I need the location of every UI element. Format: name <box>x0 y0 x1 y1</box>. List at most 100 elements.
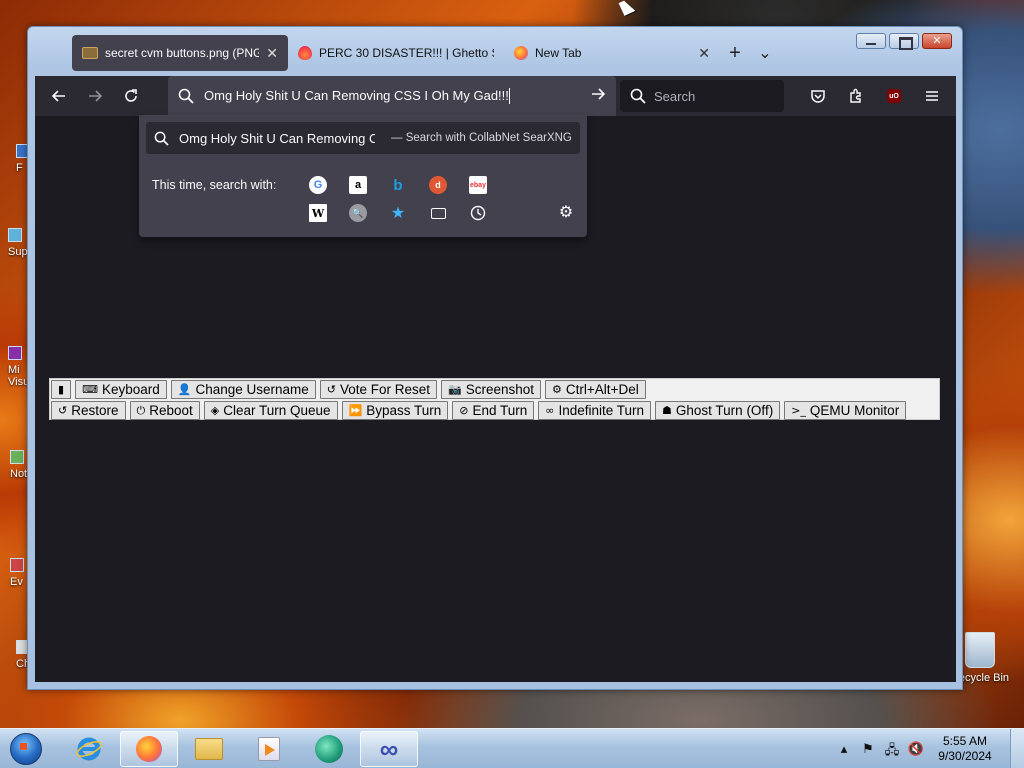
taskbar-explorer[interactable] <box>180 731 238 767</box>
url-suggestions-dropdown: Omg Holy Shit U Can Removing CSS I Oh My… <box>139 115 587 237</box>
toolbar-actions: uO <box>800 80 950 112</box>
clock-date: 9/30/2024 <box>938 749 992 763</box>
qemu-monitor-button[interactable]: >_ QEMU Monitor <box>784 401 907 420</box>
mouse-icon: ▮ <box>58 383 65 396</box>
ctrl-alt-del-button[interactable]: ⚙ Ctrl+Alt+Del <box>545 380 646 399</box>
folder-icon <box>195 737 223 760</box>
url-bar[interactable]: Omg Holy Shit U Can Removing CSS I Oh My… <box>168 76 616 116</box>
clock-time: 5:55 AM <box>942 734 988 748</box>
ghost-turn-button[interactable]: ☗ Ghost Turn (Off) <box>655 401 781 420</box>
searxng-engine-icon[interactable]: 🔍 <box>349 204 367 222</box>
pocket-icon <box>811 90 825 103</box>
restore-button[interactable]: ↺ Restore <box>51 401 126 420</box>
taskbar-app-green[interactable] <box>300 731 358 767</box>
close-tab-icon[interactable]: ✕ <box>698 45 710 62</box>
pocket-button[interactable] <box>800 80 836 112</box>
clear-turn-queue-button[interactable]: ◈ Clear Turn Queue <box>203 401 338 420</box>
system-tray: ▴ ⚑ 🖧 🔇 5:55 AM 9/30/2024 <box>832 729 1024 768</box>
ublock-button[interactable]: uO <box>876 80 912 112</box>
minimize-button[interactable] <box>856 33 886 49</box>
screenshot-button[interactable]: 📷 Screenshot <box>441 380 542 399</box>
forward-button[interactable] <box>77 80 113 112</box>
indefinite-turn-button[interactable]: ∞ Indefinite Turn <box>538 401 652 420</box>
network-icon[interactable]: 🖧 <box>882 741 902 757</box>
google-engine-icon[interactable]: G <box>309 176 327 194</box>
show-hidden-icons-arrow[interactable]: ▴ <box>834 741 854 757</box>
tab-perc-30[interactable]: PERC 30 DISASTER!!! | Ghetto Sr <box>288 35 504 71</box>
go-arrow-icon <box>592 87 606 100</box>
search-box[interactable]: Search <box>620 80 784 112</box>
wikipedia-engine-icon[interactable]: W <box>309 204 327 222</box>
navigation-toolbar: Omg Holy Shit U Can Removing CSS I Oh My… <box>35 76 956 116</box>
user-edit-icon: 👤 <box>177 383 192 396</box>
taskbar-internet-explorer[interactable] <box>60 731 118 767</box>
window-controls: ✕ <box>856 33 952 50</box>
trash-icon <box>965 632 995 668</box>
action-center-flag-icon[interactable]: ⚑ <box>858 741 878 757</box>
ublock-icon: uO <box>887 89 901 103</box>
suggestion-text: Omg Holy Shit U Can Removing CSS I Oh My… <box>179 130 375 146</box>
collabvm-row-2: ↺ Restore ⏻ Reboot ◈ Clear Turn Queue ⏩ Bypa… <box>51 401 938 420</box>
search-icon <box>178 88 194 104</box>
clock[interactable]: 5:55 AM 9/30/2024 <box>928 734 1002 764</box>
camera-icon: 📷 <box>448 383 462 396</box>
keyboard-button[interactable]: ⌨ Keyboard <box>75 380 167 399</box>
search-settings-gear-icon[interactable]: ⚙ <box>557 204 575 222</box>
tab-list-button[interactable]: ⌄ <box>750 43 780 63</box>
show-desktop-button[interactable] <box>1010 729 1024 768</box>
keyboard-icon: ⌨ <box>82 383 98 396</box>
new-tab-button[interactable]: + <box>720 42 750 65</box>
bypass-turn-button[interactable]: ⏩ Bypass Turn <box>341 401 449 420</box>
forward-arrow-icon <box>89 90 103 102</box>
rotate-icon: ↺ <box>326 383 336 396</box>
close-window-button[interactable]: ✕ <box>922 33 952 49</box>
collabvm-button-bar: ▮ ⌨ Keyboard 👤 Change Username ↺ Vote For R… <box>49 378 940 420</box>
internet-explorer-icon <box>76 737 102 760</box>
go-arrow-button[interactable] <box>590 86 606 107</box>
bookmarks-star-icon[interactable]: ★ <box>389 204 407 222</box>
mouse-button[interactable]: ▮ <box>51 380 72 399</box>
suggestion-engine: — Search with CollabNet SearXNG <box>391 132 572 144</box>
taskbar: ∞ ▴ ⚑ 🖧 🔇 5:55 AM 9/30/2024 <box>0 728 1024 768</box>
reboot-button[interactable]: ⏻ Reboot <box>129 401 200 420</box>
vote-for-reset-button[interactable]: ↺ Vote For Reset <box>319 380 438 399</box>
ghost-icon: ☗ <box>662 404 672 417</box>
ban-icon: ⊘ <box>459 404 469 417</box>
back-arrow-icon <box>51 90 65 102</box>
reload-icon <box>125 89 137 102</box>
search-icon <box>154 131 169 146</box>
end-turn-button[interactable]: ⊘ End Turn <box>452 401 535 420</box>
close-tab-icon[interactable]: ✕ <box>266 45 278 62</box>
taskbar-firefox[interactable] <box>120 730 178 767</box>
windows-logo-icon <box>10 732 42 765</box>
gear-icon: ⚙ <box>552 383 562 396</box>
amazon-engine-icon[interactable]: a <box>349 176 367 194</box>
taskbar-app-infinity[interactable]: ∞ <box>360 730 418 767</box>
image-file-icon <box>82 47 98 59</box>
extensions-button[interactable] <box>838 80 874 112</box>
reload-button[interactable] <box>113 80 149 112</box>
tabs-icon[interactable] <box>429 204 447 222</box>
tab-strip: secret cvm buttons.png (PNG I ✕ PERC 30 … <box>72 35 856 71</box>
search-placeholder: Search <box>654 88 696 104</box>
menu-button[interactable] <box>914 80 950 112</box>
oneoff-search-label: This time, search with: <box>152 178 277 192</box>
ebay-engine-icon[interactable]: ebay <box>469 176 487 194</box>
app-circle-icon <box>315 734 343 763</box>
back-button[interactable] <box>41 80 77 112</box>
change-username-button[interactable]: 👤 Change Username <box>170 380 316 399</box>
url-input[interactable]: Omg Holy Shit U Can Removing CSS I Oh My… <box>204 88 590 105</box>
rotate-icon: ↺ <box>58 404 68 417</box>
infinity-app-icon: ∞ <box>379 733 399 764</box>
volume-muted-icon[interactable]: 🔇 <box>906 741 926 757</box>
start-button[interactable] <box>6 729 46 768</box>
duckduckgo-engine-icon[interactable]: d <box>429 176 447 194</box>
history-clock-icon[interactable] <box>469 204 487 222</box>
taskbar-media-player[interactable] <box>240 731 298 767</box>
media-player-icon <box>258 736 280 761</box>
maximize-button[interactable] <box>889 33 919 50</box>
tab-new-tab[interactable]: New Tab ✕ <box>504 35 720 71</box>
bing-engine-icon[interactable]: b <box>389 176 407 194</box>
tab-secret-cvm-buttons[interactable]: secret cvm buttons.png (PNG I ✕ <box>72 35 288 71</box>
search-suggestion-row[interactable]: Omg Holy Shit U Can Removing CSS I Oh My… <box>146 122 580 154</box>
